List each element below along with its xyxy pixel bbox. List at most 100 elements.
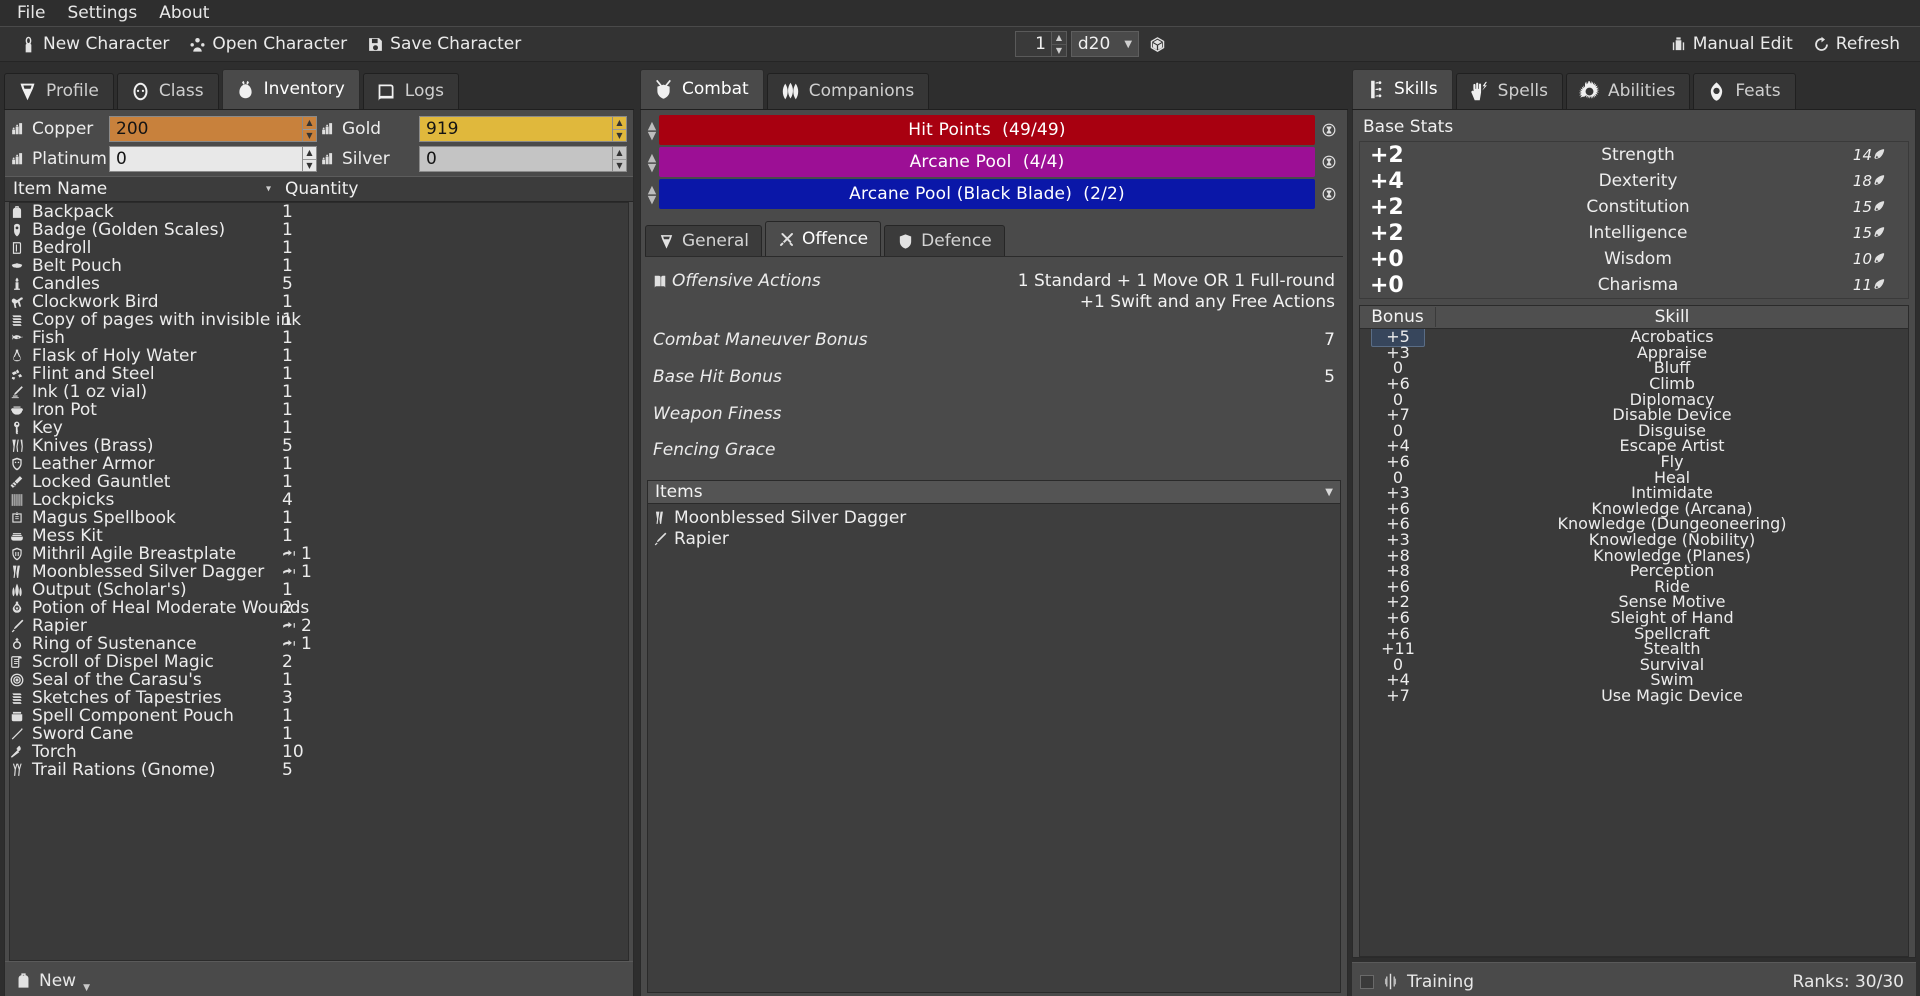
list-item[interactable]: Moonblessed Silver Dagger (653, 507, 1335, 528)
skill-row[interactable]: +7 Use Magic Device (1360, 686, 1908, 705)
resource-reset-button[interactable] (1315, 179, 1343, 209)
table-row[interactable]: Magus Spellbook 1 (10, 508, 628, 528)
roll-dice-button[interactable] (1139, 33, 1176, 56)
table-row[interactable]: Leather Armor 1 (10, 454, 628, 474)
column-item-name[interactable]: Item Name (5, 179, 277, 199)
table-row[interactable]: Potion of Heal Moderate Wounds 2 (10, 598, 628, 618)
table-row[interactable]: Ring of Sustenance 1 (10, 634, 628, 654)
resource-adjust-buttons[interactable]: ▲ ▼ (645, 147, 659, 177)
subtab-general[interactable]: General (645, 225, 762, 256)
table-row[interactable]: Flint and Steel 1 (10, 364, 628, 384)
table-row[interactable]: Flask of Holy Water 1 (10, 346, 628, 366)
currency-input-platinum[interactable]: 0 (109, 146, 302, 172)
dice-count-stepper[interactable]: 1 ▲ ▼ (1014, 31, 1067, 57)
stepper-down-icon[interactable]: ▼ (613, 130, 626, 142)
table-row[interactable]: Mithril Agile Breastplate 1 (10, 544, 628, 564)
stepper-up-icon[interactable]: ▲ (613, 117, 626, 130)
tab-inventory[interactable]: Inventory (221, 69, 360, 109)
currency-input-copper[interactable]: 200 (109, 116, 302, 142)
dice-count-down-icon[interactable]: ▼ (1052, 45, 1066, 57)
resource-decrease-icon[interactable]: ▼ (648, 162, 656, 173)
resource-decrease-icon[interactable]: ▼ (648, 194, 656, 205)
new-character-button[interactable]: New Character (10, 31, 179, 57)
dice-count-value[interactable]: 1 (1014, 31, 1051, 57)
currency-stepper-gold[interactable]: ▲ ▼ (612, 116, 627, 142)
menu-file[interactable]: File (8, 1, 54, 25)
table-row[interactable]: Output (Scholar's) 1 (10, 580, 628, 600)
new-item-dropdown-icon[interactable]: ▼ (83, 983, 90, 996)
dice-count-up-icon[interactable]: ▲ (1051, 32, 1066, 45)
save-character-button[interactable]: Save Character (357, 31, 531, 57)
table-row[interactable]: Backpack 1 (10, 203, 628, 222)
table-row[interactable]: Trail Rations (Gnome) 5 (10, 760, 628, 780)
quill-icon[interactable] (1872, 174, 1898, 188)
column-quantity[interactable]: Quantity (277, 179, 366, 199)
table-row[interactable]: Mess Kit 1 (10, 526, 628, 546)
dice-count-spin-buttons[interactable]: ▲ ▼ (1050, 31, 1067, 57)
list-item[interactable]: Rapier (653, 528, 1335, 549)
resource-adjust-buttons[interactable]: ▲ ▼ (645, 179, 659, 209)
inventory-list[interactable]: Backpack 1 Badge (Golden Scales) 1 Bedroll 1 B… (9, 202, 629, 961)
quill-icon[interactable] (1872, 148, 1898, 162)
training-checkbox[interactable] (1360, 974, 1374, 989)
currency-field-gold[interactable]: 919 ▲ ▼ (419, 116, 627, 142)
table-row[interactable]: Moonblessed Silver Dagger 1 (10, 562, 628, 582)
currency-stepper-silver[interactable]: ▲ ▼ (612, 146, 627, 172)
stepper-up-icon[interactable]: ▲ (303, 147, 316, 160)
tab-combat[interactable]: Combat (640, 69, 764, 109)
table-row[interactable]: Sketches of Tapestries 3 (10, 688, 628, 708)
table-row[interactable]: Lockpicks 4 (10, 490, 628, 510)
currency-stepper-copper[interactable]: ▲ ▼ (302, 116, 317, 142)
table-row[interactable]: Seal of the Carasu's 1 (10, 670, 628, 690)
stepper-down-icon[interactable]: ▼ (613, 160, 626, 172)
quill-icon[interactable] (1872, 200, 1898, 214)
base-stat-row[interactable]: +0 Charisma 11 (1360, 272, 1908, 298)
resource-bar[interactable]: Arcane Pool (4/4) (659, 147, 1315, 177)
tab-spells[interactable]: Spells (1455, 73, 1564, 109)
currency-stepper-platinum[interactable]: ▲ ▼ (302, 146, 317, 172)
table-row[interactable]: Belt Pouch 1 (10, 256, 628, 276)
stepper-down-icon[interactable]: ▼ (303, 160, 316, 172)
tab-profile[interactable]: Profile (4, 73, 114, 109)
currency-input-gold[interactable]: 919 (419, 116, 612, 142)
stepper-up-icon[interactable]: ▲ (303, 117, 316, 130)
table-row[interactable]: Rapier 2 (10, 616, 628, 636)
quill-icon[interactable] (1872, 278, 1898, 292)
table-row[interactable]: Clockwork Bird 1 (10, 292, 628, 312)
stepper-up-icon[interactable]: ▲ (613, 147, 626, 160)
table-row[interactable]: Locked Gauntlet 1 (10, 472, 628, 492)
stepper-down-icon[interactable]: ▼ (303, 130, 316, 142)
tab-companions[interactable]: Companions (766, 73, 930, 109)
chevron-down-icon[interactable]: ▼ (1325, 487, 1333, 498)
resource-bar[interactable]: Arcane Pool (Black Blade) (2/2) (659, 179, 1315, 209)
new-item-label[interactable]: New (39, 971, 76, 991)
training-toggle[interactable]: Training (1360, 972, 1474, 992)
open-character-button[interactable]: Open Character (179, 31, 357, 57)
tab-logs[interactable]: Logs (362, 73, 460, 109)
currency-field-copper[interactable]: 200 ▲ ▼ (109, 116, 317, 142)
table-row[interactable]: Ink (1 oz vial) 1 (10, 382, 628, 402)
currency-input-silver[interactable]: 0 (419, 146, 612, 172)
table-row[interactable]: Torch 10 (10, 742, 628, 762)
items-groupbox-body[interactable]: Moonblessed Silver Dagger Rapier (648, 504, 1340, 992)
quill-icon[interactable] (1872, 252, 1898, 266)
resource-bar[interactable]: Hit Points (49/49) (659, 115, 1315, 145)
base-stat-row[interactable]: +2 Intelligence 15 (1360, 220, 1908, 246)
base-stat-row[interactable]: +0 Wisdom 10 (1360, 246, 1908, 272)
currency-field-silver[interactable]: 0 ▲ ▼ (419, 146, 627, 172)
tab-class[interactable]: Class (116, 73, 219, 109)
table-row[interactable]: Iron Pot 1 (10, 400, 628, 420)
tab-feats[interactable]: Feats (1693, 73, 1796, 109)
base-stat-row[interactable]: +2 Strength 14 (1360, 142, 1908, 168)
manual-edit-button[interactable]: Manual Edit (1660, 31, 1803, 57)
subtab-offence[interactable]: Offence (765, 221, 882, 256)
skills-list[interactable]: +5 Acrobatics +3 Appraise 0 Bluff +6 Climb 0 Dipl… (1360, 329, 1908, 956)
resource-reset-button[interactable] (1315, 115, 1343, 145)
resource-reset-button[interactable] (1315, 147, 1343, 177)
menu-about[interactable]: About (150, 1, 218, 25)
refresh-button[interactable]: Refresh (1803, 31, 1910, 57)
tab-abilities[interactable]: Abilities (1566, 73, 1691, 109)
table-row[interactable]: Bedroll 1 (10, 238, 628, 258)
column-skill[interactable]: Skill (1436, 307, 1908, 327)
table-row[interactable]: Spell Component Pouch 1 (10, 706, 628, 726)
